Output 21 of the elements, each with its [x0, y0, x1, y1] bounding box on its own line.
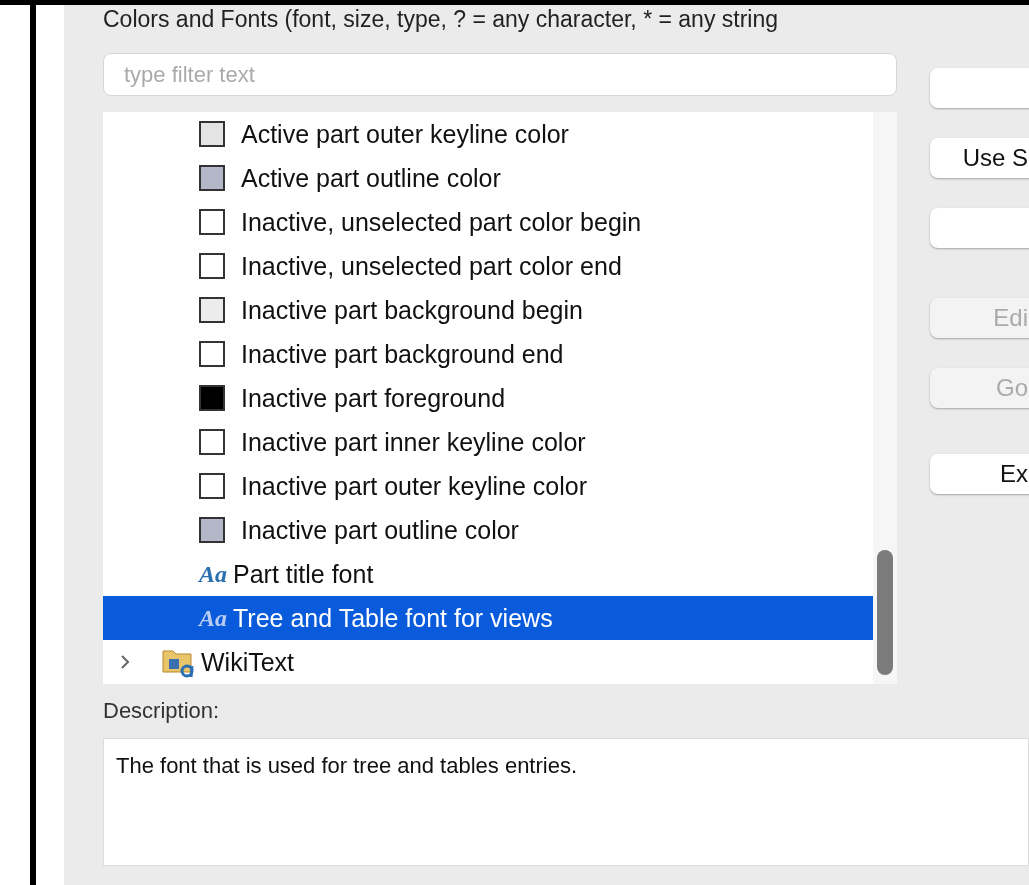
font-icon: Aa: [199, 604, 227, 632]
tree-item[interactable]: Inactive part inner keyline color: [103, 420, 873, 464]
description-label: Description:: [103, 698, 221, 724]
tree-item[interactable]: Aa Part title font: [103, 552, 873, 596]
tree-item[interactable]: Inactive part outer keyline color: [103, 464, 873, 508]
filter-field[interactable]: type filter text: [103, 53, 897, 96]
tree-item[interactable]: Inactive, unselected part color end: [103, 244, 873, 288]
tree-item[interactable]: Inactive part background begin: [103, 288, 873, 332]
description-box: The font that is used for tree and tables entries.: [103, 738, 1029, 866]
tree-item[interactable]: Active part outer keyline color: [103, 112, 873, 156]
tree-item[interactable]: WikiText: [103, 640, 873, 684]
section-heading: Colors and Fonts (font, size, type, ? = any character, * = any string: [103, 5, 778, 33]
tree-item[interactable]: Inactive, unselected part color begin: [103, 200, 873, 244]
tree-item[interactable]: Inactive part foreground: [103, 376, 873, 420]
tree-item[interactable]: Inactive part background end: [103, 332, 873, 376]
tree-item[interactable]: Inactive part outline color: [103, 508, 873, 552]
tree-item[interactable]: Active part outline color: [103, 156, 873, 200]
tree-item[interactable]: Aa Tree and Table font for views: [103, 596, 873, 640]
action-button[interactable]: Ex: [930, 454, 1029, 494]
action-button[interactable]: Use S: [930, 138, 1029, 178]
font-icon: Aa: [199, 560, 227, 588]
